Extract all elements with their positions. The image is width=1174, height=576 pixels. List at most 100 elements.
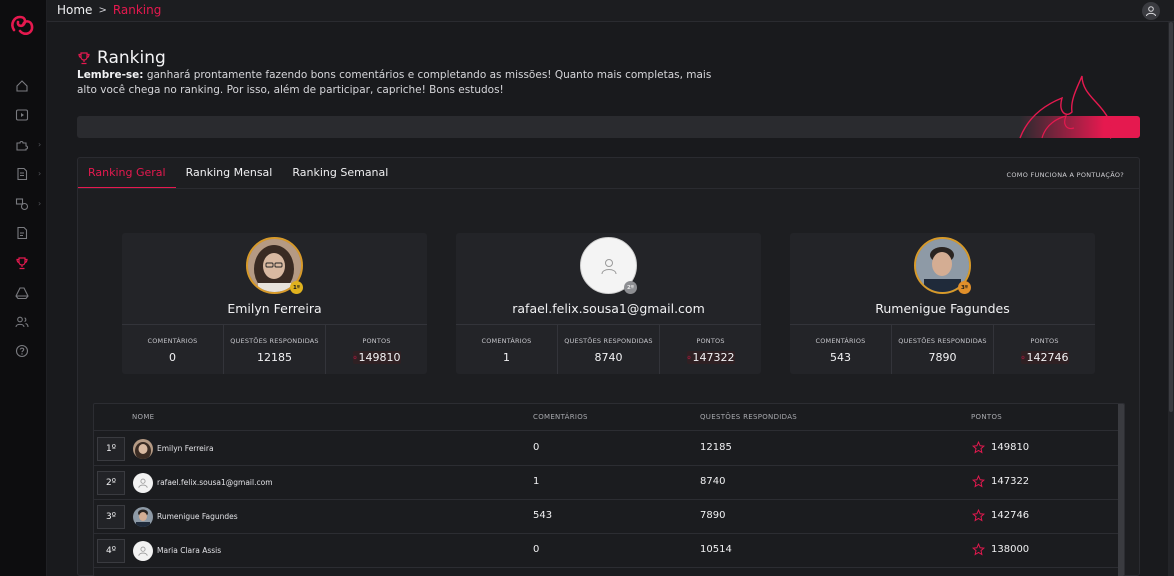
stat-label-questions: QUESTÕES RESPONDIDAS <box>564 337 653 345</box>
row-points: 147322 <box>972 475 1029 488</box>
row-questions: 10514 <box>700 544 732 555</box>
medal-badge: 2º <box>624 281 637 294</box>
exchange-icon[interactable] <box>13 195 31 213</box>
podium-card-first: 1º Emilyn Ferreira COMENTÁRIOS 0 QUESTÕES… <box>122 233 427 374</box>
star-icon <box>686 355 691 360</box>
rank-position: 1º <box>97 437 125 461</box>
user-placeholder-icon <box>138 546 148 556</box>
progress-banner <box>77 116 1140 138</box>
google-drive-icon[interactable] <box>13 284 31 302</box>
stat-comments: 0 <box>169 351 176 364</box>
breadcrumb-separator: > <box>98 4 107 16</box>
table-scrollbar[interactable] <box>1118 404 1124 576</box>
ranking-tabs: Ranking Geral Ranking Mensal Ranking Sem… <box>78 158 398 188</box>
row-name: Maria Clara Assis <box>157 546 222 555</box>
podium-name: rafael.felix.sousa1@gmail.com <box>512 301 705 316</box>
notes-icon[interactable] <box>13 224 31 242</box>
sidebar: › › › <box>0 0 47 576</box>
stat-questions: 8740 <box>594 351 623 364</box>
home-icon[interactable] <box>13 77 31 95</box>
stat-questions: 12185 <box>257 351 292 364</box>
stat-label-points: PONTOS <box>696 337 725 345</box>
podium-name: Rumenigue Fagundes <box>875 301 1010 316</box>
star-icon <box>972 441 985 454</box>
medal-badge: 1º <box>290 281 303 294</box>
chevron-right-icon: › <box>38 169 42 178</box>
ranking-table: NOME COMENTÁRIOS QUESTÕES RESPONDIDAS PO… <box>93 403 1125 576</box>
top-bar: Home > Ranking <box>47 0 1174 22</box>
table-row[interactable]: 4º Maria Clara Assis 0 10514 138000 <box>94 534 1120 568</box>
intro-body: ganhará prontamente fazendo bons comentá… <box>77 69 712 96</box>
stat-points: 147322 <box>686 351 735 364</box>
table-row[interactable]: 3º Rumenigue Fagundes 543 7890 142746 <box>94 500 1120 534</box>
stat-points: 142746 <box>1020 351 1069 364</box>
tab-ranking-geral[interactable]: Ranking Geral <box>78 158 176 188</box>
avatar <box>133 439 153 459</box>
breadcrumb-home-link[interactable]: Home <box>57 3 92 17</box>
star-icon <box>972 509 985 522</box>
star-icon <box>972 475 985 488</box>
row-name: Emilyn Ferreira <box>157 444 214 453</box>
podium-name: Emilyn Ferreira <box>227 301 322 316</box>
stat-comments: 1 <box>503 351 510 364</box>
table-row[interactable]: 1º Emilyn Ferreira 0 12185 149810 <box>94 432 1120 466</box>
trophy-icon <box>78 52 90 65</box>
stat-label-comments: COMENTÁRIOS <box>481 337 532 345</box>
document-icon[interactable] <box>13 165 31 183</box>
puzzle-icon[interactable] <box>13 136 31 154</box>
user-placeholder-icon <box>138 478 148 488</box>
row-points: 138000 <box>972 543 1029 556</box>
row-name: Rumenigue Fagundes <box>157 512 238 521</box>
users-icon[interactable] <box>13 313 31 331</box>
user-placeholder-icon <box>601 258 616 274</box>
flame-decoration-icon <box>1019 75 1113 139</box>
stat-questions: 7890 <box>928 351 957 364</box>
row-questions: 7890 <box>700 510 726 521</box>
page-scrollbar[interactable] <box>1168 22 1174 576</box>
tab-ranking-semanal[interactable]: Ranking Semanal <box>282 158 398 188</box>
rank-position: 3º <box>97 505 125 529</box>
table-header: NOME COMENTÁRIOS QUESTÕES RESPONDIDAS PO… <box>94 404 1120 431</box>
column-header-comments[interactable]: COMENTÁRIOS <box>533 413 588 421</box>
medal-badge: 3º <box>958 281 971 294</box>
brand-logo-icon[interactable] <box>9 14 35 38</box>
stat-label-comments: COMENTÁRIOS <box>147 337 198 345</box>
user-icon <box>1146 6 1156 17</box>
user-avatar-button[interactable] <box>1142 2 1160 20</box>
page-title: Ranking <box>77 48 166 68</box>
scoring-help-link[interactable]: COMO FUNCIONA A PONTUAÇÃO? <box>1007 171 1124 179</box>
chevron-right-icon: › <box>38 140 42 149</box>
stat-comments: 543 <box>830 351 851 364</box>
rank-position: 4º <box>97 539 125 563</box>
row-comments: 1 <box>533 476 540 487</box>
avatar <box>133 473 153 493</box>
row-points: 142746 <box>972 509 1029 522</box>
avatar <box>133 507 153 527</box>
star-icon <box>972 543 985 556</box>
tab-ranking-mensal[interactable]: Ranking Mensal <box>176 158 283 188</box>
column-header-points[interactable]: PONTOS <box>971 413 1002 421</box>
column-header-name[interactable]: NOME <box>132 413 154 421</box>
video-icon[interactable] <box>13 106 31 124</box>
rank-position: 2º <box>97 471 125 495</box>
chevron-right-icon: › <box>38 199 42 208</box>
column-header-questions[interactable]: QUESTÕES RESPONDIDAS <box>700 413 797 421</box>
page-title-text: Ranking <box>97 48 166 68</box>
row-points: 149810 <box>972 441 1029 454</box>
intro-text: Lembre-se: ganhará prontamente fazendo b… <box>77 68 717 98</box>
stat-label-points: PONTOS <box>1030 337 1059 345</box>
row-comments: 0 <box>533 442 540 453</box>
breadcrumb: Home > Ranking <box>57 3 161 17</box>
stat-label-points: PONTOS <box>362 337 391 345</box>
stat-label-comments: COMENTÁRIOS <box>815 337 866 345</box>
row-name: rafael.felix.sousa1@gmail.com <box>157 478 273 487</box>
table-row[interactable]: 2º rafael.felix.sousa1@gmail.com 1 8740 … <box>94 466 1120 500</box>
avatar <box>133 541 153 561</box>
podium-card-third: 3º Rumenigue Fagundes COMENTÁRIOS 543 QUE… <box>790 233 1095 374</box>
row-comments: 0 <box>533 544 540 555</box>
intro-bold: Lembre-se: <box>77 69 144 81</box>
ranking-panel: Ranking Geral Ranking Mensal Ranking Sem… <box>77 157 1140 576</box>
help-icon[interactable] <box>13 342 31 360</box>
stat-points: 149810 <box>352 351 401 364</box>
trophy-icon[interactable] <box>13 254 31 272</box>
